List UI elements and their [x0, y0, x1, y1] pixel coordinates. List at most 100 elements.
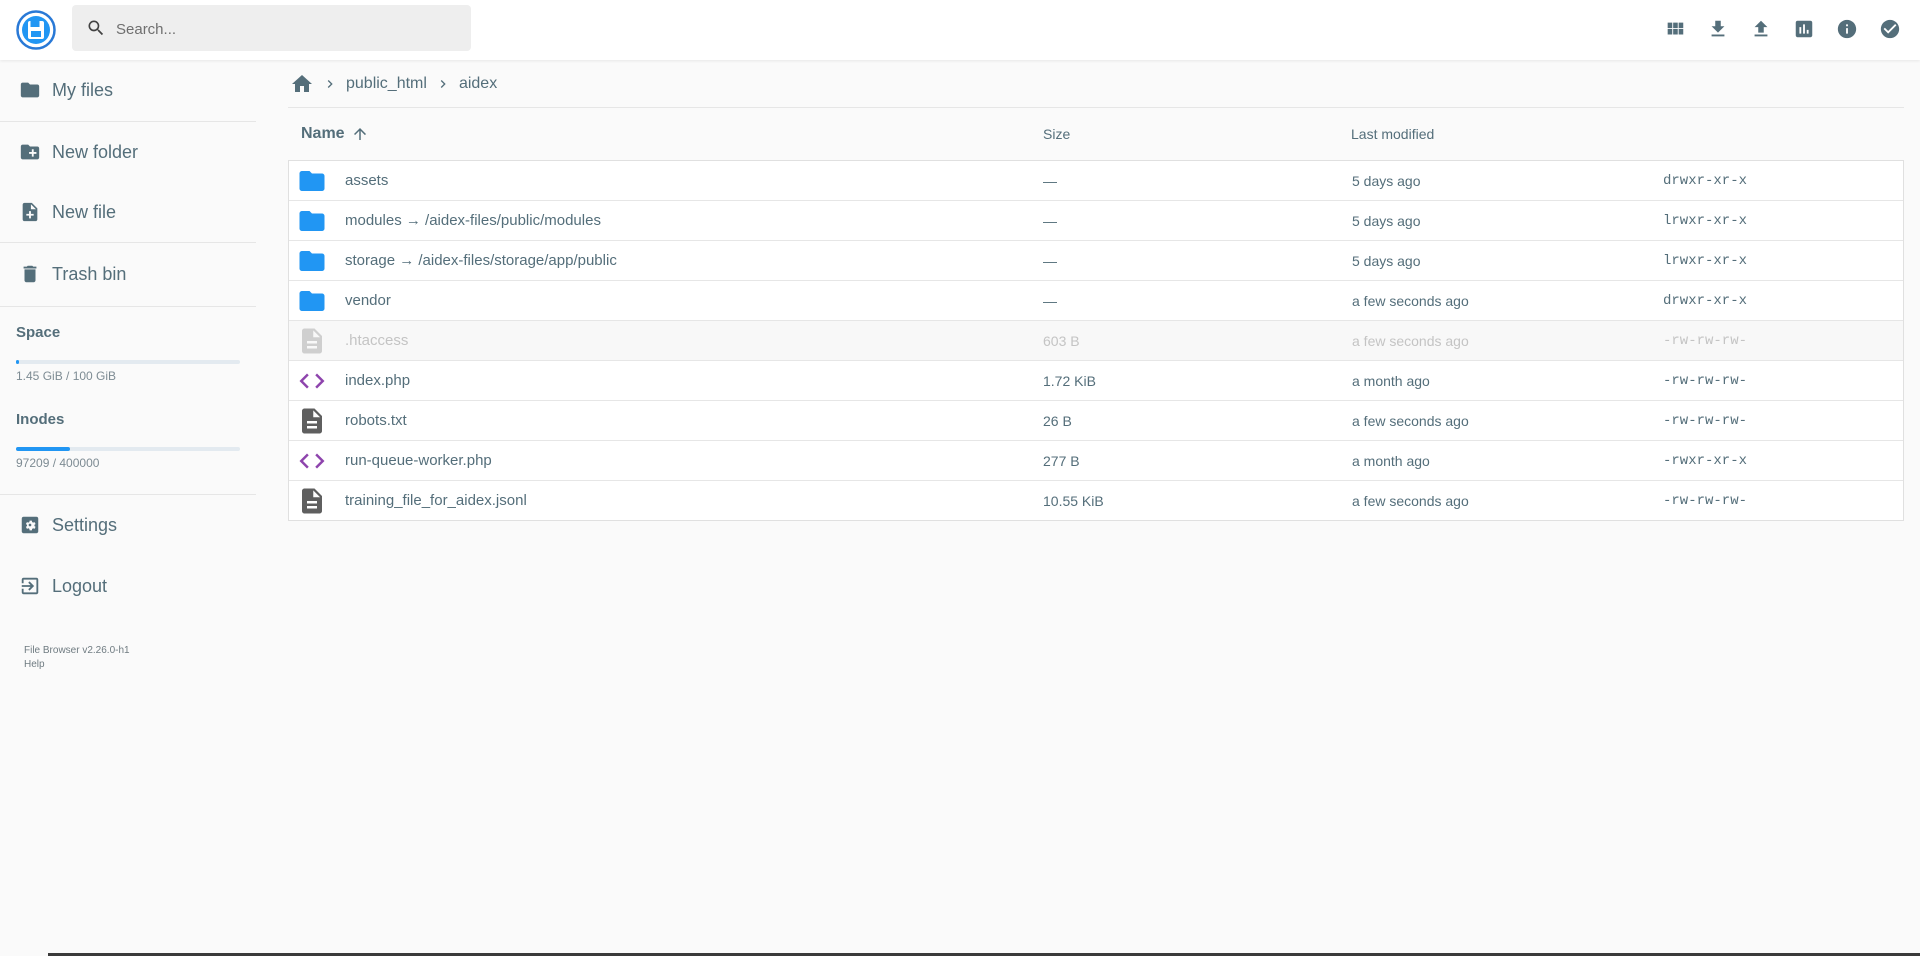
- folder-icon: [297, 166, 327, 196]
- sidebar-item-label: Trash bin: [52, 263, 127, 284]
- file-permissions: lrwxr-xr-x: [1663, 252, 1748, 269]
- search-icon: [86, 18, 106, 38]
- table-row[interactable]: training_file_for_aidex.jsonl 10.55 KiB a …: [289, 481, 1903, 520]
- file-permissions: drwxr-xr-x: [1663, 292, 1748, 309]
- disk-usage-button[interactable]: [1789, 14, 1818, 43]
- file-permissions: -rw-rw-rw-: [1663, 492, 1748, 509]
- document-icon: [297, 326, 327, 356]
- space-quota-fill: [16, 360, 20, 364]
- trash-icon: [18, 262, 42, 286]
- search-input[interactable]: [114, 5, 458, 53]
- column-header-name[interactable]: Name: [301, 108, 369, 160]
- code-icon: [297, 366, 327, 396]
- table-row[interactable]: modules → /aidex-files/public/modules — 5 …: [289, 201, 1903, 241]
- credits: File Browser v2.26.0-h1 Help: [24, 644, 130, 672]
- file-name: index.php: [345, 372, 411, 389]
- download-button[interactable]: [1703, 14, 1732, 43]
- file-modified: a few seconds ago: [1352, 292, 1469, 309]
- file-modified: a month ago: [1352, 372, 1430, 389]
- space-quota-title: Space: [16, 324, 61, 341]
- arrow-up-icon: [351, 125, 369, 143]
- column-header-last-modified[interactable]: Last modified: [1351, 108, 1434, 160]
- bar-chart-icon: [1795, 20, 1812, 37]
- file-permissions: -rw-rw-rw-: [1663, 372, 1748, 389]
- file-name: vendor: [345, 292, 391, 309]
- file-name: robots.txt: [345, 412, 407, 429]
- logout-icon: [18, 574, 42, 598]
- inodes-quota-title: Inodes: [16, 411, 65, 428]
- file-modified: 5 days ago: [1352, 172, 1421, 189]
- info-button[interactable]: [1832, 14, 1861, 43]
- file-size: 10.55 KiB: [1043, 492, 1104, 509]
- sidebar-item-settings[interactable]: Settings: [0, 500, 256, 550]
- grid-view-icon: [1667, 22, 1683, 34]
- version-text: File Browser v2.26.0-h1: [24, 645, 130, 656]
- table-row[interactable]: assets — 5 days ago drwxr-xr-x: [289, 161, 1903, 201]
- sidebar-item-my-files[interactable]: My files: [0, 65, 256, 115]
- file-modified: 5 days ago: [1352, 252, 1421, 269]
- upload-icon: [1754, 20, 1767, 36]
- breadcrumb-item[interactable]: aidex: [459, 75, 497, 93]
- table-row[interactable]: storage → /aidex-files/storage/app/publi…: [289, 241, 1903, 281]
- create-new-folder-icon: [18, 140, 42, 164]
- folder-icon: [297, 286, 327, 316]
- code-icon: [297, 446, 327, 476]
- check-circle-icon: [1880, 19, 1899, 38]
- file-name: modules → /aidex-files/public/modules: [345, 212, 601, 229]
- space-quota-bar: [16, 360, 240, 364]
- home-icon[interactable]: [290, 72, 314, 96]
- document-icon: [297, 406, 327, 436]
- folder-icon: [297, 206, 327, 236]
- file-name: run-queue-worker.php: [345, 452, 492, 469]
- file-size: 603 B: [1043, 332, 1080, 349]
- sidebar-divider: [0, 494, 256, 495]
- column-header-label: Name: [301, 125, 345, 142]
- file-modified: a few seconds ago: [1352, 332, 1469, 349]
- breadcrumb: public_html aidex: [288, 60, 1904, 108]
- sidebar-item-new-file[interactable]: New file: [0, 187, 256, 237]
- sidebar-item-logout[interactable]: Logout: [0, 561, 256, 611]
- file-browser-logo[interactable]: [16, 10, 56, 50]
- file-permissions: -rw-rw-rw-: [1663, 412, 1748, 429]
- sidebar-item-label: My files: [52, 79, 114, 100]
- sidebar-item-trash-bin[interactable]: Trash bin: [0, 249, 256, 299]
- file-name: storage → /aidex-files/storage/app/publi…: [345, 252, 617, 269]
- sidebar-item-new-folder[interactable]: New folder: [0, 127, 256, 177]
- file-modified: a few seconds ago: [1352, 412, 1469, 429]
- file-size: 26 B: [1043, 412, 1072, 429]
- grid-view-button[interactable]: [1660, 14, 1689, 43]
- table-row[interactable]: run-queue-worker.php 277 B a month ago -rwx…: [289, 441, 1903, 481]
- file-list: Name Size Last modified assets — 5 days ag…: [288, 108, 1904, 521]
- file-modified: a few seconds ago: [1352, 492, 1469, 509]
- chevron-right-icon: [322, 76, 338, 92]
- sidebar-item-label: New file: [52, 201, 117, 222]
- sidebar-item-label: Logout: [52, 575, 108, 596]
- breadcrumb-item[interactable]: public_html: [346, 75, 427, 93]
- column-header-size[interactable]: Size: [1043, 108, 1070, 160]
- file-name: .htaccess: [345, 332, 409, 349]
- file-size: 1.72 KiB: [1043, 372, 1096, 389]
- file-size: —: [1043, 292, 1057, 309]
- file-size: —: [1043, 212, 1057, 229]
- file-size: —: [1043, 252, 1057, 269]
- help-link[interactable]: Help: [24, 658, 130, 672]
- folder-icon: [297, 246, 327, 276]
- file-permissions: drwxr-xr-x: [1663, 172, 1748, 189]
- space-quota-text: 1.45 GiB / 100 GiB: [16, 369, 117, 383]
- document-icon: [297, 486, 327, 516]
- search-box[interactable]: [72, 5, 471, 53]
- table-row[interactable]: .htaccess 603 B a few seconds ago -rw-rw-rw…: [289, 321, 1903, 361]
- file-modified: 5 days ago: [1352, 212, 1421, 229]
- file-permissions: -rw-rw-rw-: [1663, 332, 1748, 349]
- file-list-body: assets — 5 days ago drwxr-xr-x modules → /ai…: [288, 160, 1904, 521]
- table-row[interactable]: robots.txt 26 B a few seconds ago -rw-rw-rw…: [289, 401, 1903, 441]
- inodes-quota-fill: [16, 447, 71, 451]
- sidebar-item-label: New folder: [52, 141, 139, 162]
- sidebar-divider: [0, 121, 256, 122]
- select-multiple-button[interactable]: [1875, 14, 1904, 43]
- file-size: —: [1043, 172, 1057, 189]
- table-row[interactable]: index.php 1.72 KiB a month ago -rw-rw-rw-: [289, 361, 1903, 401]
- upload-button[interactable]: [1746, 14, 1775, 43]
- file-permissions: -rwxr-xr-x: [1663, 452, 1748, 469]
- table-row[interactable]: vendor — a few seconds ago drwxr-xr-x: [289, 281, 1903, 321]
